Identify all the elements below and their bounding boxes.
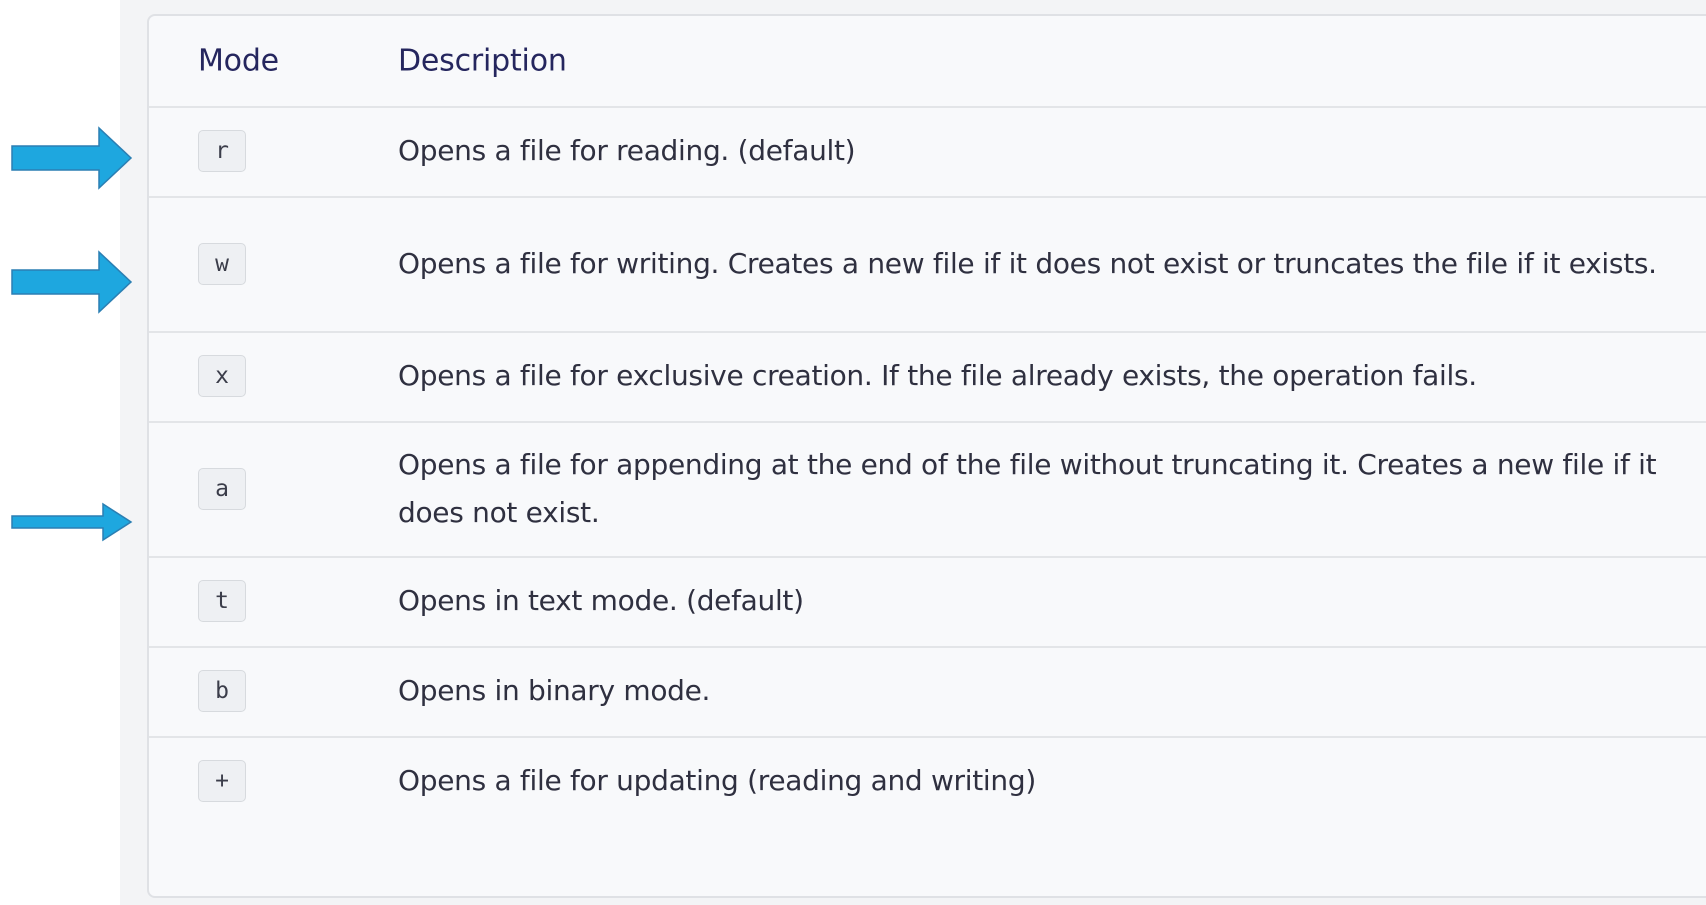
mode-code: b (198, 670, 246, 712)
mode-code: t (198, 580, 246, 622)
mode-description: Opens in binary mode. (398, 674, 711, 707)
arrow-right-icon (11, 250, 133, 314)
header-mode: Mode (198, 43, 279, 79)
mode-code: + (198, 760, 246, 802)
mode-description: Opens a file for updating (reading and w… (398, 764, 1036, 797)
table-header-row: Mode Description (149, 16, 1706, 108)
mode-description: Opens in text mode. (default) (398, 584, 804, 617)
table-row: b Opens in binary mode. (149, 646, 1706, 738)
mode-code: w (198, 242, 246, 285)
table-row: w Opens a file for writing. Creates a ne… (149, 196, 1706, 333)
arrow-right-icon (11, 502, 133, 542)
table-row: x Opens a file for exclusive creation. I… (149, 331, 1706, 423)
table-row: t Opens in text mode. (default) (149, 556, 1706, 648)
file-modes-table: Mode Description r Opens a file for read… (147, 14, 1706, 898)
mode-description: Opens a file for reading. (default) (398, 134, 856, 167)
arrow-right-icon (11, 126, 133, 190)
mode-description: Opens a file for exclusive creation. If … (398, 359, 1477, 392)
mode-code: r (198, 130, 246, 172)
header-description: Description (398, 43, 567, 79)
mode-description: Opens a file for writing. Creates a new … (398, 246, 1657, 280)
mode-description: Opens a file for appending at the end of… (398, 447, 1657, 529)
mode-code: x (198, 355, 246, 397)
mode-code: a (198, 467, 246, 510)
table-row: a Opens a file for appending at the end … (149, 421, 1706, 558)
table-row: + Opens a file for updating (reading and… (149, 736, 1706, 826)
table-row: r Opens a file for reading. (default) (149, 106, 1706, 198)
